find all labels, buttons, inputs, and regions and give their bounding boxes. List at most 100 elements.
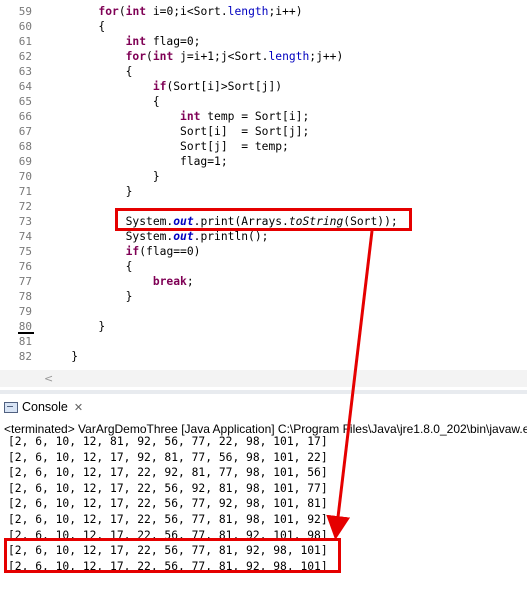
line-number: 68 <box>18 140 32 153</box>
code-token: } <box>44 170 160 183</box>
console-output-line: [2, 6, 10, 12, 17, 22, 56, 77, 92, 98, 1… <box>8 497 328 511</box>
code-token: int <box>125 35 147 48</box>
code-line[interactable]: 82 } <box>0 349 527 364</box>
code-line[interactable]: 71 } <box>0 184 527 199</box>
line-number: 60 <box>18 20 32 33</box>
code-text: if(Sort[i]>Sort[j]) <box>44 79 282 94</box>
code-token: out <box>173 230 194 243</box>
code-editor[interactable]: 59 for(int i=0;i<Sort.length;i++) 60 {61 … <box>0 0 527 370</box>
line-number: 79 <box>18 305 32 318</box>
code-line[interactable]: 63 { <box>0 64 527 79</box>
code-token: if <box>125 245 140 258</box>
code-token: ; <box>186 275 194 288</box>
code-text: System.out.println(); <box>44 229 269 244</box>
panel-separator[interactable] <box>0 390 527 394</box>
code-line[interactable]: 67 Sort[i] = Sort[j]; <box>0 124 527 139</box>
code-token: int <box>152 50 174 63</box>
code-line[interactable]: 79 <box>0 304 527 319</box>
code-line[interactable]: 78 } <box>0 289 527 304</box>
code-line[interactable]: 75 if(flag==0) <box>0 244 527 259</box>
line-number: 66 <box>18 110 32 123</box>
code-line[interactable]: 66 int temp = Sort[i]; <box>0 109 527 124</box>
code-token: ( <box>146 50 153 63</box>
code-token: ;j++) <box>309 50 344 63</box>
code-token: ;i++) <box>268 5 303 18</box>
code-token: System. <box>44 230 174 243</box>
console-icon <box>4 401 18 413</box>
line-number: 59 <box>18 5 32 18</box>
code-text: } <box>44 184 133 199</box>
code-token: { <box>44 20 106 33</box>
code-text: int flag=0; <box>44 34 201 49</box>
code-token: length <box>268 50 310 63</box>
line-number: 70 <box>18 170 32 183</box>
code-line[interactable]: 59 for(int i=0;i<Sort.length;i++) <box>0 4 527 19</box>
code-text: int temp = Sort[i]; <box>44 109 309 124</box>
code-token: Sort[j] = temp; <box>44 140 289 153</box>
console-view-header: Console ✕ <box>0 396 527 418</box>
code-token: if <box>152 80 167 93</box>
code-text: { <box>44 19 105 34</box>
line-number: 81 <box>18 335 32 348</box>
code-token: Sort[i] = Sort[j]; <box>44 125 310 138</box>
code-line[interactable]: 70 } <box>0 169 527 184</box>
code-token: j=i+1;j<Sort. <box>173 50 269 63</box>
tab-console[interactable]: Console ✕ <box>4 396 83 418</box>
close-icon[interactable]: ✕ <box>74 401 83 414</box>
code-line[interactable]: 69 flag=1; <box>0 154 527 169</box>
code-text: for(int i=0;i<Sort.length;i++) <box>44 4 303 19</box>
code-text: break; <box>44 274 194 289</box>
console-output-line: [2, 6, 10, 12, 81, 92, 56, 77, 22, 98, 1… <box>8 435 328 448</box>
console-output-line: [2, 6, 10, 12, 17, 92, 81, 77, 56, 98, 1… <box>8 450 328 464</box>
code-line[interactable]: 65 { <box>0 94 527 109</box>
line-number: 76 <box>18 260 32 273</box>
code-token: temp = Sort[i]; <box>200 110 310 123</box>
console-output-line: [2, 6, 10, 12, 17, 22, 92, 81, 77, 98, 1… <box>8 466 328 480</box>
line-number: 78 <box>18 290 32 303</box>
code-token: (Sort[i]>Sort[j]) <box>166 80 283 93</box>
code-text: Sort[i] = Sort[j]; <box>44 124 309 139</box>
console-output-line: [2, 6, 10, 12, 17, 22, 56, 92, 81, 98, 1… <box>8 481 328 495</box>
code-text: { <box>44 64 133 79</box>
code-text: if(flag==0) <box>44 244 201 259</box>
code-text: flag=1; <box>44 154 228 169</box>
line-number: 74 <box>18 230 32 243</box>
code-text: Sort[j] = temp; <box>44 139 289 154</box>
code-line[interactable]: 62 for(int j=i+1;j<Sort.length;j++) <box>0 49 527 64</box>
code-text: } <box>44 319 105 334</box>
code-token: flag=1; <box>44 155 228 168</box>
code-token: } <box>44 350 79 363</box>
code-token: for <box>125 50 147 63</box>
code-line[interactable]: 76 { <box>0 259 527 274</box>
code-line[interactable]: 74 System.out.println(); <box>0 229 527 244</box>
code-token: .println(); <box>193 230 269 243</box>
code-line[interactable]: 61 int flag=0; <box>0 34 527 49</box>
code-token: } <box>44 290 133 303</box>
line-number: 77 <box>18 275 32 288</box>
code-token: int <box>180 110 201 123</box>
code-line[interactable]: 80 } <box>0 319 527 334</box>
code-text: } <box>44 349 78 364</box>
code-text: } <box>44 289 133 304</box>
editor-horizontal-scrollbar[interactable]: < <box>0 370 527 387</box>
code-line[interactable]: 64 if(Sort[i]>Sort[j]) <box>0 79 527 94</box>
console-output-line: [2, 6, 10, 12, 17, 22, 56, 77, 81, 98, 1… <box>8 513 328 526</box>
code-line[interactable]: 77 break; <box>0 274 527 289</box>
code-line[interactable]: 68 Sort[j] = temp; <box>0 139 527 154</box>
chevron-left-icon[interactable]: < <box>44 372 53 385</box>
code-token: length <box>227 5 269 18</box>
code-token: flag=0; <box>146 35 201 48</box>
highlight-box-print-statement <box>115 208 412 231</box>
code-token: for <box>98 5 119 18</box>
line-number: 69 <box>18 155 32 168</box>
console-tab-label: Console <box>22 400 68 414</box>
line-number: 67 <box>18 125 32 138</box>
code-token: } <box>44 185 133 198</box>
code-line[interactable]: 81 <box>0 334 527 349</box>
line-number: 72 <box>18 200 32 213</box>
code-line[interactable]: 60 { <box>0 19 527 34</box>
